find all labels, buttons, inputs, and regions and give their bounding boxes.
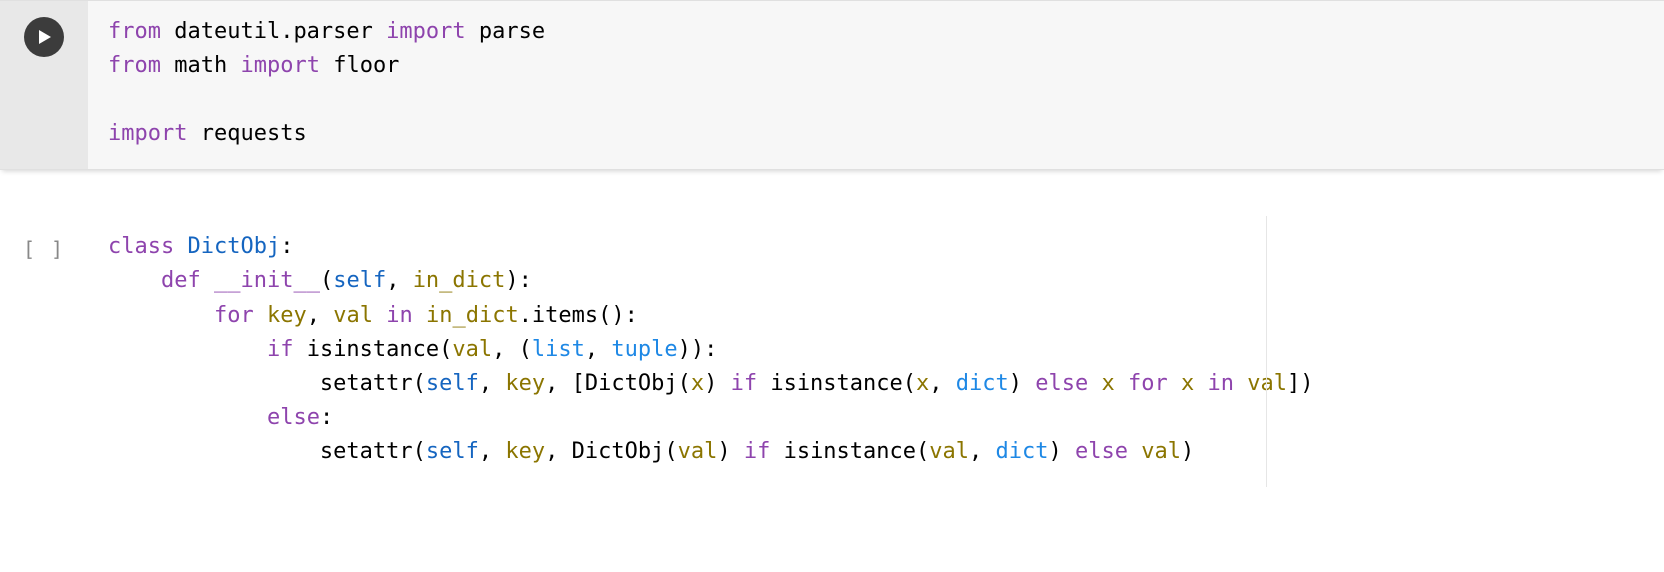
cell-spacer [0, 170, 1664, 216]
code-editor[interactable]: from dateutil.parser import parse from m… [88, 1, 1664, 169]
code-cell[interactable]: from dateutil.parser import parse from m… [0, 0, 1664, 170]
notebook: from dateutil.parser import parse from m… [0, 0, 1664, 487]
code-editor[interactable]: class DictObj: def __init__(self, in_dic… [88, 216, 1664, 487]
play-icon [35, 28, 53, 46]
run-button[interactable] [24, 17, 64, 57]
code-text: class DictObj: def __init__(self, in_dic… [108, 230, 1650, 469]
cell-gutter [0, 1, 88, 169]
execution-prompt: [ ] [23, 228, 65, 265]
code-cell[interactable]: [ ] class DictObj: def __init__(self, in… [0, 216, 1664, 487]
cell-gutter: [ ] [0, 216, 88, 265]
code-text: from dateutil.parser import parse from m… [108, 15, 1650, 151]
